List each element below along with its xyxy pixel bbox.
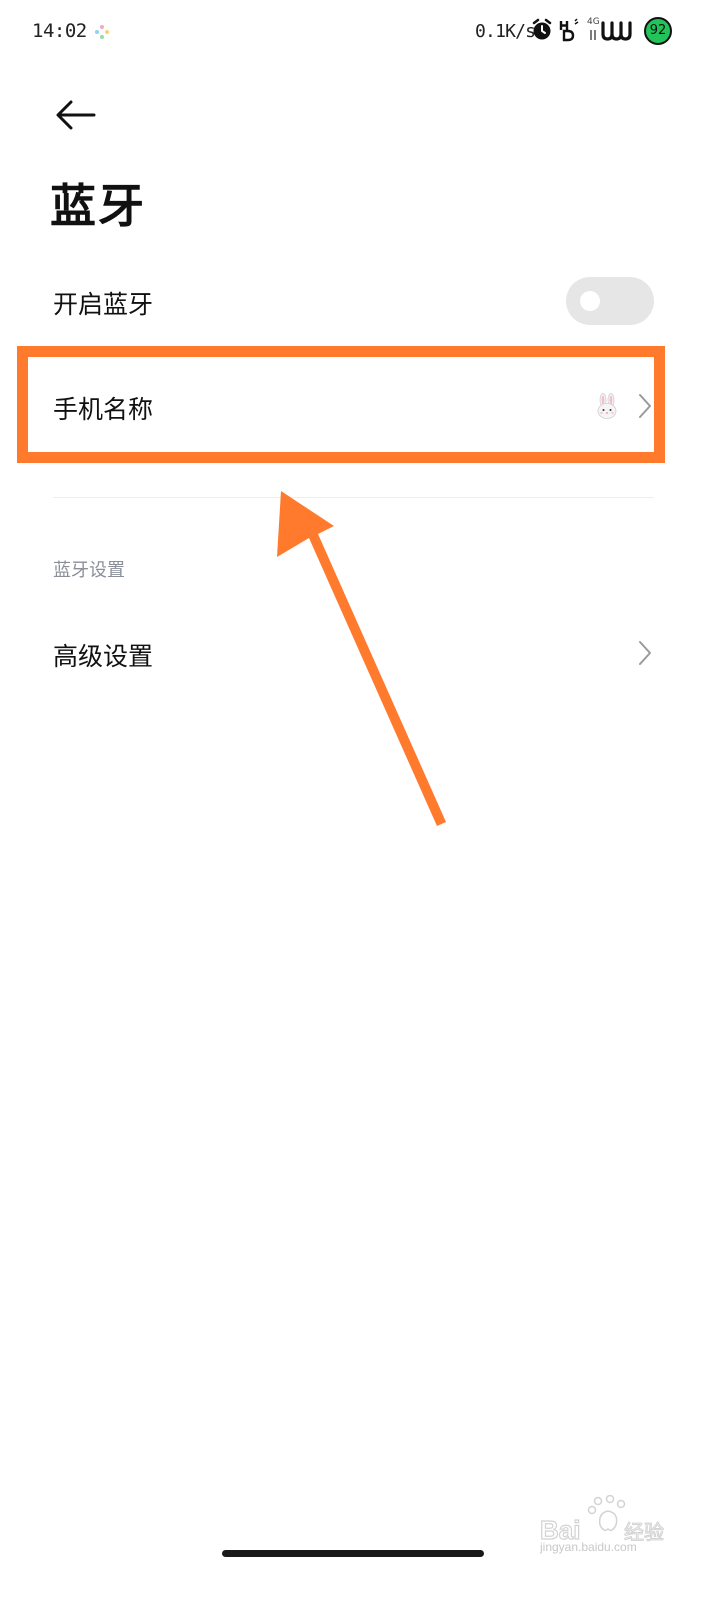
wifi-icon [601, 21, 632, 41]
status-time: 14:02 [32, 20, 87, 42]
bluetooth-toggle-switch[interactable] [566, 277, 654, 325]
section-header: 蓝牙设置 [53, 560, 125, 581]
signal-4g-icon: 4G [587, 17, 600, 27]
status-bar: 14:02 0.1K/s 4G 92 [0, 0, 720, 64]
bluetooth-toggle-row[interactable]: 开启蓝牙 [0, 250, 720, 350]
chevron-right-icon [639, 641, 651, 665]
app-dots-icon [95, 25, 109, 39]
network-speed: 0.1K/s [475, 21, 536, 42]
rabbit-emoji-icon [597, 393, 617, 419]
alarm-icon [532, 18, 552, 40]
toggle-knob [580, 291, 600, 311]
watermark-domain: jingyan.baidu.com [540, 1540, 637, 1554]
hd-icon [559, 18, 579, 42]
home-indicator[interactable] [222, 1550, 484, 1557]
advanced-settings-label: 高级设置 [53, 642, 154, 671]
phone-name-row[interactable]: 手机名称 [0, 355, 720, 455]
phone-name-label: 手机名称 [53, 395, 154, 424]
page-title: 蓝牙 [50, 179, 146, 233]
divider [53, 497, 654, 498]
signal-arrows-icon [590, 30, 596, 40]
battery-icon: 92 [644, 17, 672, 45]
advanced-settings-row[interactable]: 高级设置 [0, 604, 720, 704]
bluetooth-toggle-label: 开启蓝牙 [53, 290, 154, 319]
back-arrow-icon [56, 100, 96, 130]
back-button[interactable] [50, 92, 102, 140]
chevron-right-icon [639, 394, 651, 418]
battery-level: 92 [649, 23, 667, 38]
